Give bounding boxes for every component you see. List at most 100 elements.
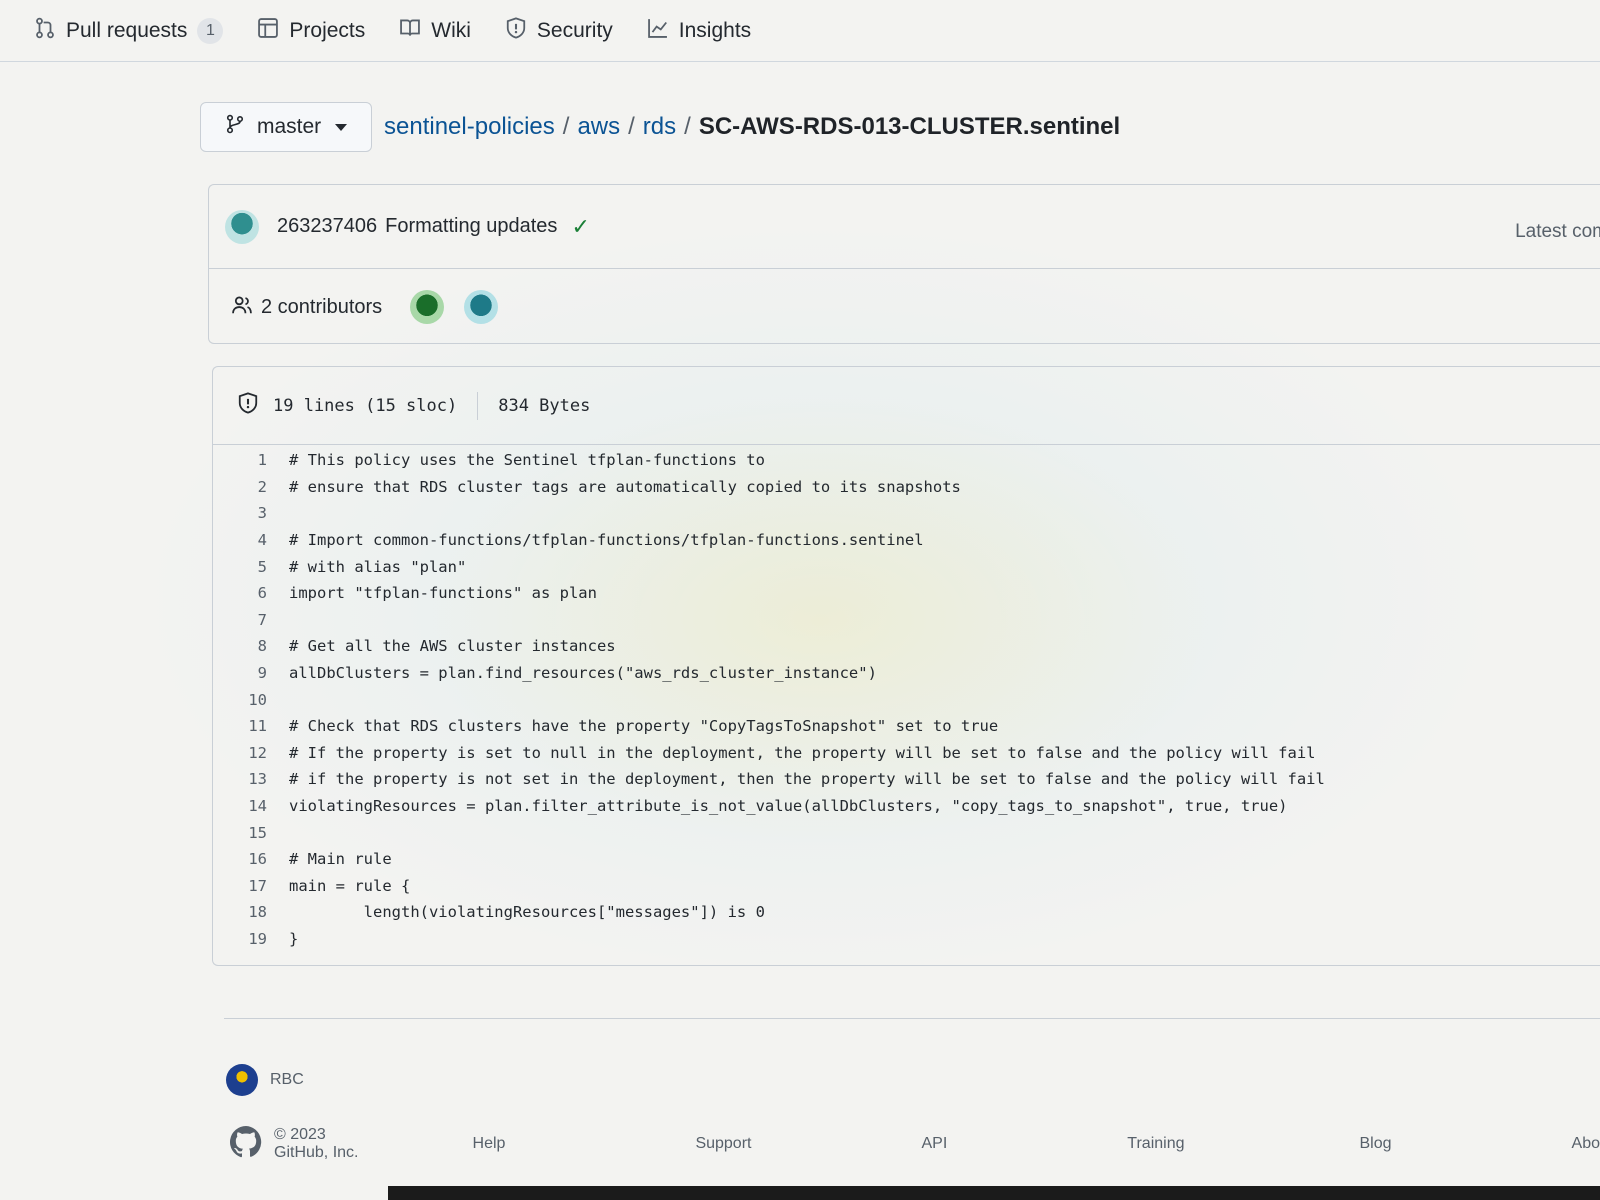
breadcrumb-aws-link[interactable]: aws <box>577 113 620 141</box>
breadcrumb-separator: / <box>562 113 570 140</box>
line-number[interactable]: 2 <box>213 478 289 496</box>
line-number[interactable]: 19 <box>213 930 289 948</box>
line-number[interactable]: 15 <box>213 824 289 842</box>
footer-link-blog[interactable]: Blog <box>1360 1135 1392 1153</box>
contributor-avatar[interactable] <box>410 290 445 324</box>
commit-info-box: 263237406 Formatting updates ✓ Latest co… <box>208 184 1600 344</box>
nav-insights-label: Insights <box>678 18 752 42</box>
footer-link-help[interactable]: Help <box>473 1135 506 1153</box>
code-line: 13 # if the property is not set in the de… <box>213 766 1600 793</box>
file-line-count: 19 lines (15 sloc) <box>273 395 458 416</box>
code-line: 18 length(violatingResources["messages"]… <box>213 899 1600 926</box>
nav-security[interactable]: Security <box>505 16 613 45</box>
taskbar <box>388 1186 1600 1200</box>
line-number[interactable]: 6 <box>213 584 289 602</box>
check-icon[interactable]: ✓ <box>571 214 589 240</box>
graph-icon <box>647 17 669 45</box>
line-content: # Main rule <box>289 850 392 869</box>
footer-link-training[interactable]: Training <box>1127 1135 1184 1153</box>
line-content: # with alias "plan" <box>289 557 467 576</box>
line-number[interactable]: 11 <box>213 717 289 735</box>
code-line: 4 # Import common-functions/tfplan-functi… <box>213 527 1600 554</box>
line-content: # If the property is set to null in the … <box>289 743 1316 762</box>
shield-icon <box>237 392 259 419</box>
line-number[interactable]: 14 <box>213 797 289 815</box>
git-branch-icon <box>225 114 245 140</box>
line-number[interactable]: 16 <box>213 850 289 868</box>
line-number[interactable]: 17 <box>213 877 289 895</box>
nav-projects-label: Projects <box>289 18 366 42</box>
line-content: allDbClusters = plan.find_resources("aws… <box>289 664 877 683</box>
line-content: } <box>289 929 299 948</box>
line-content: violatingResources = plan.filter_attribu… <box>289 797 1288 816</box>
footer-link-support[interactable]: Support <box>695 1135 751 1153</box>
people-icon <box>231 294 253 321</box>
line-content: # if the property is not set in the depl… <box>289 770 1325 789</box>
line-number[interactable]: 7 <box>213 611 289 629</box>
code-line: 9 allDbClusters = plan.find_resources("aw… <box>213 660 1600 687</box>
nav-insights[interactable]: Insights <box>647 17 751 45</box>
line-number[interactable]: 10 <box>213 691 289 709</box>
nav-pull-requests[interactable]: Pull requests 1 <box>34 17 224 45</box>
line-number[interactable]: 9 <box>213 664 289 682</box>
pull-requests-count: 1 <box>197 17 224 44</box>
contributor-avatar[interactable] <box>464 290 499 324</box>
line-content: # Import common-functions/tfplan-functio… <box>289 531 924 550</box>
file-header: 19 lines (15 sloc) 834 Bytes <box>213 367 1600 445</box>
latest-commit-label[interactable]: Latest com <box>1515 221 1600 243</box>
nav-wiki[interactable]: Wiki <box>399 17 471 45</box>
code-line: 3 <box>213 500 1600 527</box>
nav-wiki-label: Wiki <box>431 18 471 42</box>
file-size: 834 Bytes <box>498 395 591 416</box>
nav-pull-requests-label: Pull requests <box>66 18 188 42</box>
code-body: 1 # This policy uses the Sentinel tfplan-… <box>213 447 1600 952</box>
line-content: # ensure that RDS cluster tags are autom… <box>289 477 961 496</box>
org-name[interactable]: RBC <box>270 1071 304 1089</box>
site-footer: © 2023 GitHub, Inc. Help Support API Tra… <box>229 1124 1600 1164</box>
breadcrumb-separator: / <box>684 113 691 140</box>
git-pull-request-icon <box>34 17 56 45</box>
footer-link-api[interactable]: API <box>921 1135 947 1153</box>
footer-copyright: © 2023 GitHub, Inc. <box>274 1126 359 1161</box>
code-line: 8 # Get all the AWS cluster instances <box>213 633 1600 660</box>
code-line: 14 violatingResources = plan.filter_attri… <box>213 793 1600 820</box>
breadcrumb-repo-link[interactable]: sentinel-policies <box>384 113 555 141</box>
table-icon <box>257 17 279 45</box>
chevron-down-icon <box>335 123 348 131</box>
line-number[interactable]: 8 <box>213 637 289 655</box>
contributors-row: 2 contributors <box>209 269 1600 345</box>
line-content: # Get all the AWS cluster instances <box>289 637 616 656</box>
line-content: main = rule { <box>289 876 411 895</box>
code-line: 16 # Main rule <box>213 846 1600 873</box>
avatar[interactable] <box>225 209 259 244</box>
code-line: 6 import "tfplan-functions" as plan <box>213 580 1600 607</box>
code-line: 12 # If the property is set to null in th… <box>213 740 1600 767</box>
line-number[interactable]: 18 <box>213 903 289 921</box>
code-line: 11 # Check that RDS clusters have the pro… <box>213 713 1600 740</box>
shield-icon <box>505 16 527 45</box>
org-avatar[interactable] <box>226 1064 258 1096</box>
code-line: 2 # ensure that RDS cluster tags are auto… <box>213 474 1600 501</box>
line-number[interactable]: 5 <box>213 558 289 576</box>
breadcrumb-file-name: SC-AWS-RDS-013-CLUSTER.sentinel <box>698 113 1121 140</box>
commit-message-link[interactable]: Formatting updates <box>385 215 557 238</box>
line-number[interactable]: 4 <box>213 531 289 549</box>
github-logo-icon[interactable] <box>229 1125 274 1163</box>
line-number[interactable]: 1 <box>213 451 289 469</box>
breadcrumb-separator: / <box>628 113 635 140</box>
nav-security-label: Security <box>536 18 613 42</box>
line-number[interactable]: 3 <box>213 504 289 522</box>
breadcrumb-rds-link[interactable]: rds <box>643 113 676 141</box>
nav-projects[interactable]: Projects <box>257 17 365 45</box>
footer-link-about[interactable]: Abo <box>1572 1135 1600 1153</box>
line-number[interactable]: 12 <box>213 744 289 762</box>
branch-selector-button[interactable]: master <box>200 102 372 152</box>
line-content: # This policy uses the Sentinel tfplan-f… <box>289 451 765 470</box>
footer-divider <box>224 1018 1600 1019</box>
repo-nav: Pull requests 1 Projects Wiki Security I… <box>0 0 1600 62</box>
contributors-link[interactable]: 2 contributors <box>261 296 382 319</box>
line-number[interactable]: 13 <box>213 770 289 788</box>
code-line: 5 # with alias "plan" <box>213 553 1600 580</box>
book-icon <box>399 17 421 45</box>
commit-sha-link[interactable]: 263237406 <box>277 215 377 238</box>
